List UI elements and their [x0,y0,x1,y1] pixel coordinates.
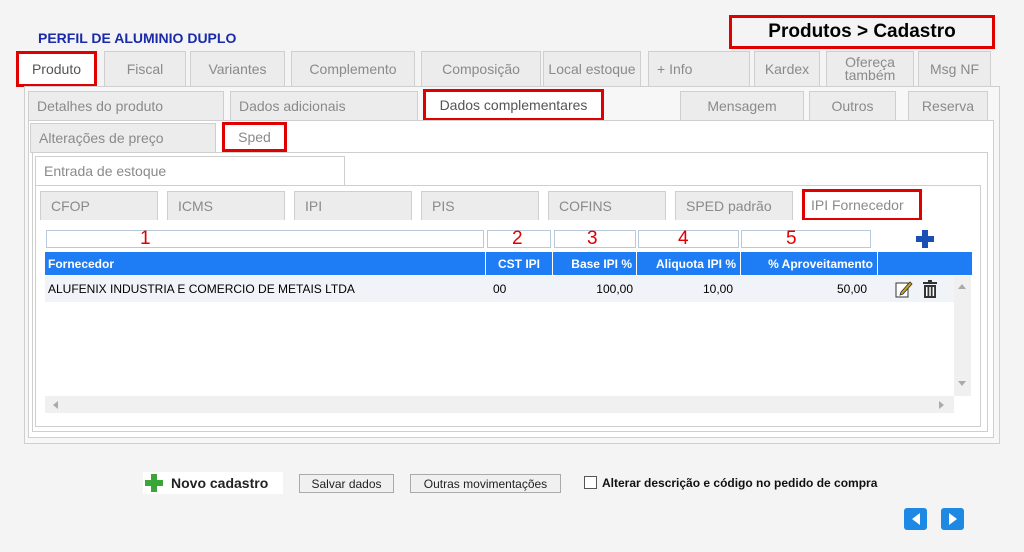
tab-dados-adicionais[interactable]: Dados adicionais [230,91,418,121]
tab-ipi-fornecedor[interactable]: IPI Fornecedor [802,189,922,221]
column-aproveitamento[interactable]: % Aproveitamento [741,252,878,275]
column-fornecedor[interactable]: Fornecedor [45,252,486,275]
tab-sped[interactable]: Sped [222,122,287,152]
tab-mensagem[interactable]: Mensagem [680,91,804,121]
tab-ofereca-tambem[interactable]: Ofereça também [826,51,914,87]
tab-cfop[interactable]: CFOP [40,191,158,221]
cell-aliquota-ipi: 10,00 [702,282,733,296]
save-button[interactable]: Salvar dados [299,474,394,493]
column-base-ipi[interactable]: Base IPI % [553,252,637,275]
vertical-scrollbar[interactable] [954,276,971,396]
tab-fiscal[interactable]: Fiscal [104,51,186,87]
tab-ipi[interactable]: IPI [294,191,412,221]
cell-fornecedor: ALUFENIX INDUSTRIA E COMERCIO DE METAIS … [48,282,355,296]
tab-variantes[interactable]: Variantes [190,51,285,87]
tab-dados-complementares[interactable]: Dados complementares [423,89,604,121]
plus-icon [145,474,163,492]
scroll-down-icon[interactable] [958,381,966,386]
tab-local-estoque[interactable]: Local estoque [543,51,641,87]
tab-msg-nf[interactable]: Msg NF [918,51,991,87]
tab-cofins[interactable]: COFINS [548,191,666,221]
tab-mais-info[interactable]: + Info [648,51,750,87]
tab-entrada-estoque[interactable]: Entrada de estoque [35,156,345,186]
cell-base-ipi: 100,00 [596,282,633,296]
table-row[interactable]: ALUFENIX INDUSTRIA E COMERCIO DE METAIS … [45,276,955,302]
tab-detalhes-produto[interactable]: Detalhes do produto [28,91,224,121]
cell-cst-ipi: 00 [493,282,507,296]
new-record-button[interactable]: Novo cadastro [143,472,283,494]
annotation-2: 2 [512,228,523,249]
scroll-left-icon[interactable] [53,401,58,409]
annotation-3: 3 [587,228,598,249]
cell-aproveitamento: 50,00 [836,282,867,296]
new-record-label: Novo cadastro [171,475,269,491]
column-aliquota-ipi[interactable]: Aliquota IPI % [637,252,741,275]
next-page-icon[interactable] [941,508,964,530]
tab-reserva[interactable]: Reserva [908,91,988,121]
annotation-5: 5 [786,228,797,249]
edit-icon[interactable] [895,276,915,302]
prev-page-icon[interactable] [904,508,927,530]
tab-sped-padrao[interactable]: SPED padrão [675,191,793,221]
alter-description-checkbox[interactable] [584,476,597,489]
annotation-4: 4 [678,228,689,249]
tab-pis[interactable]: PIS [421,191,539,221]
trash-icon[interactable] [922,276,942,302]
add-row-plus-icon[interactable] [914,228,936,250]
tab-kardex[interactable]: Kardex [754,51,820,87]
breadcrumb: Produtos > Cadastro [729,15,995,49]
tab-composicao[interactable]: Composição [421,51,541,87]
ipi-fornecedor-panel [40,220,976,420]
tab-icms[interactable]: ICMS [167,191,285,221]
scroll-up-icon[interactable] [958,284,966,289]
other-movements-button[interactable]: Outras movimentações [410,474,561,493]
scroll-right-icon[interactable] [939,401,944,409]
horizontal-scrollbar[interactable] [45,396,954,413]
tab-produto[interactable]: Produto [16,51,97,87]
annotation-1: 1 [140,228,151,249]
grid-header: Fornecedor CST IPI Base IPI % Aliquota I… [45,252,972,275]
alter-description-label: Alterar descrição e código no pedido de … [602,476,878,490]
tab-alteracoes-preco[interactable]: Alterações de preço [30,123,216,153]
tab-complemento[interactable]: Complemento [291,51,415,87]
filter-fornecedor-input[interactable] [46,230,484,248]
column-cst-ipi[interactable]: CST IPI [486,252,553,275]
product-title: PERFIL DE ALUMINIO DUPLO [38,30,237,46]
tab-outros[interactable]: Outros [809,91,896,121]
filter-aproveitamento-input[interactable] [741,230,871,248]
